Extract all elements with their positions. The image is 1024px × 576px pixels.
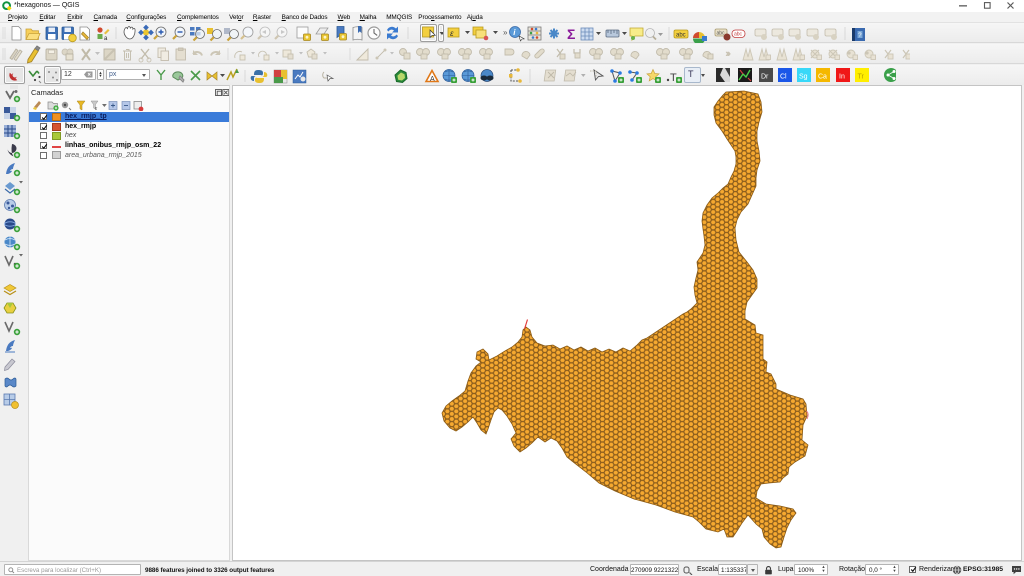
svg-text:ε: ε bbox=[450, 29, 454, 38]
svg-text:abc: abc bbox=[717, 31, 726, 37]
svg-text:Dr: Dr bbox=[761, 74, 769, 81]
svg-text:T: T bbox=[670, 72, 677, 84]
svg-text:Ca: Ca bbox=[818, 74, 827, 81]
svg-text:A: A bbox=[430, 76, 435, 83]
svg-text:abc: abc bbox=[734, 32, 743, 38]
svg-text:a: a bbox=[104, 36, 108, 42]
svg-text:Cl: Cl bbox=[780, 74, 787, 81]
svg-text:Sg: Sg bbox=[799, 74, 808, 81]
svg-text:abc: abc bbox=[676, 33, 686, 39]
svg-text:In: In bbox=[839, 74, 845, 81]
svg-text:»: » bbox=[726, 49, 731, 58]
svg-text:Σ: Σ bbox=[567, 26, 575, 42]
svg-text:ε: ε bbox=[95, 106, 98, 111]
svg-text:Tr: Tr bbox=[858, 74, 865, 81]
